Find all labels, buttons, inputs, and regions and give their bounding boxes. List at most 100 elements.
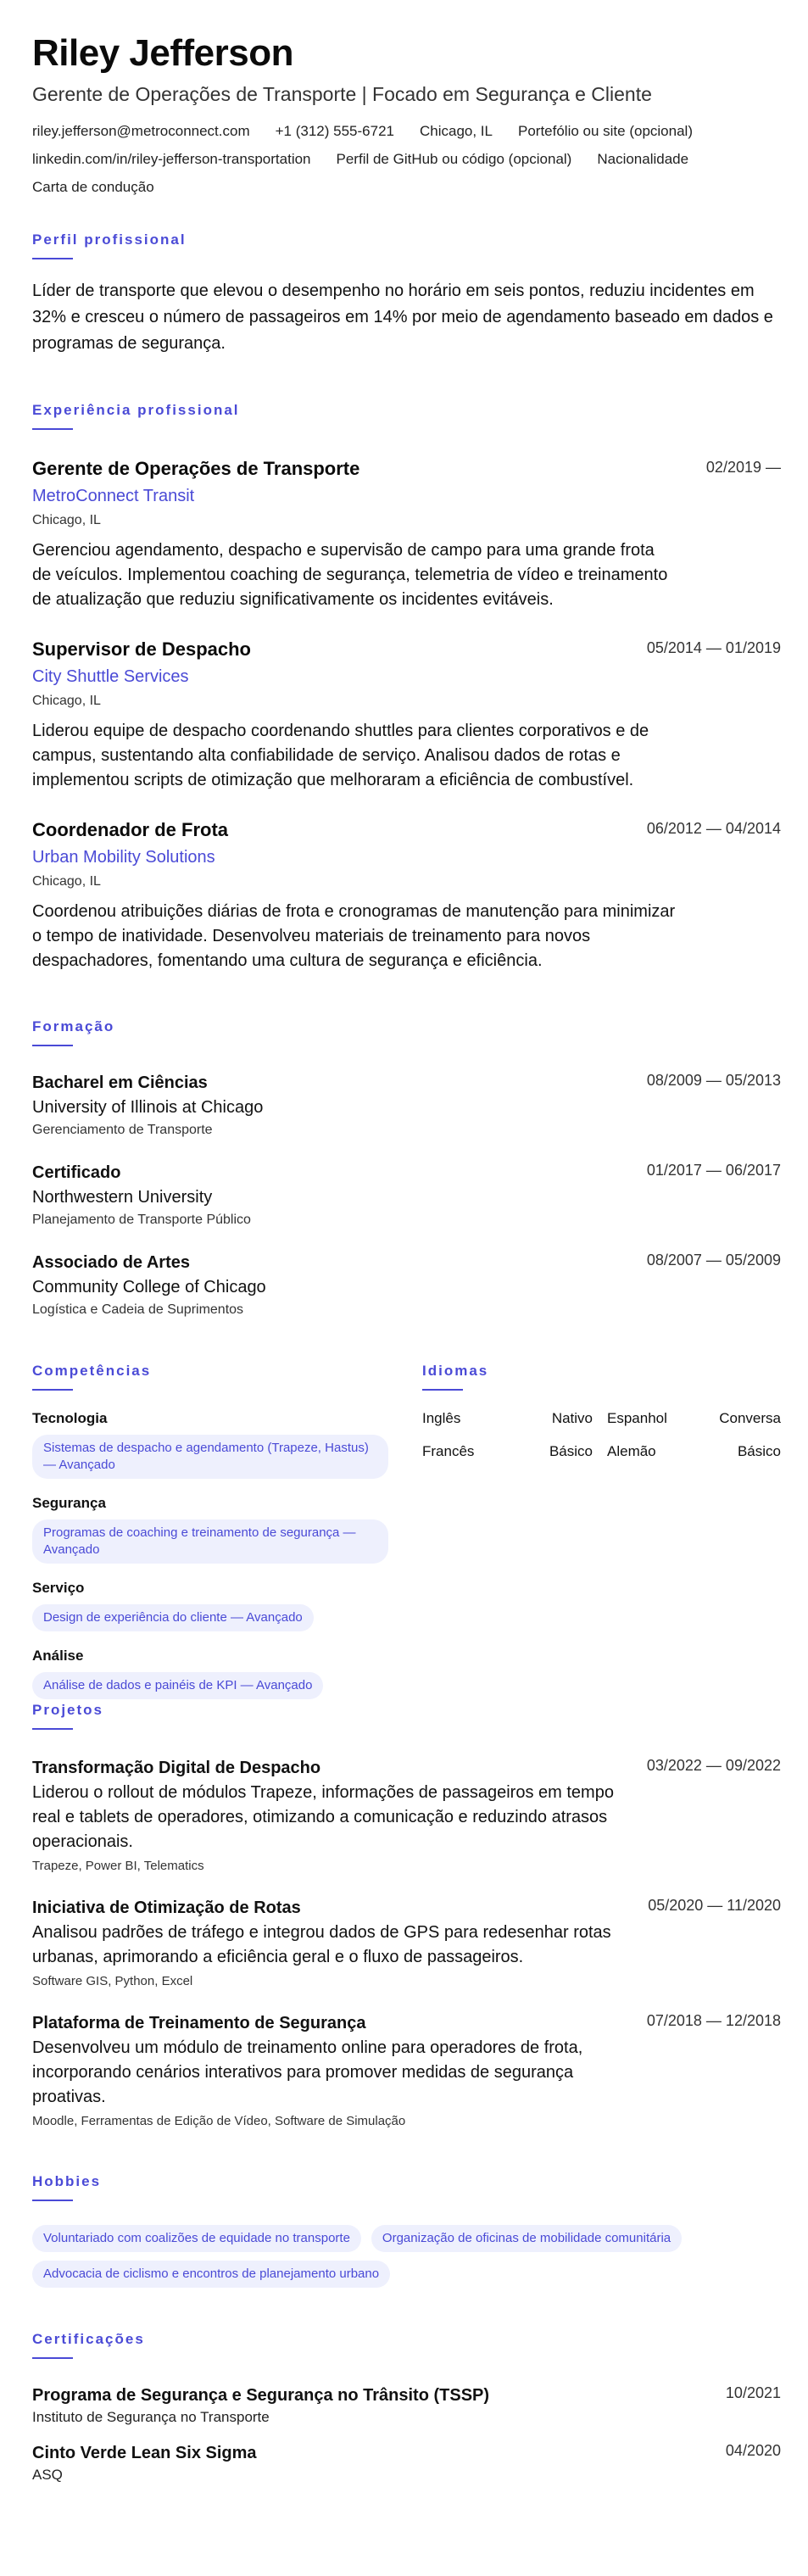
study-field: Logística e Cadeia de Suprimentos [32, 1302, 244, 1317]
skill-group: Tecnologia Sistemas de despacho e agenda… [32, 1409, 405, 1479]
skill-chip: Design de experiência do cliente — Avanç… [32, 1604, 314, 1631]
contact-driving-license: Carta de condução [32, 179, 154, 195]
experience-section: Experiência profissional Gerente de Oper… [32, 401, 781, 973]
section-underline [32, 1728, 73, 1730]
hobby-list: Voluntariado com coalizões de equidade n… [32, 2225, 761, 2288]
contact-list: riley.jefferson@metroconnect.com +1 (312… [32, 122, 778, 197]
section-underline [32, 2357, 73, 2359]
job-date: 06/2012 — 04/2014 [646, 820, 781, 837]
certification-date: 10/2021 [725, 2384, 781, 2401]
section-title-certifications: Certificações [32, 2331, 145, 2347]
candidate-name: Riley Jefferson [32, 32, 293, 74]
profile-summary: Líder de transporte que elevou o desempe… [32, 282, 773, 353]
job-description: Coordenou atribuições diárias de frota e… [32, 902, 676, 970]
section-underline [422, 1389, 463, 1391]
skill-group-name: Tecnologia [32, 1410, 108, 1426]
section-title-hobbies: Hobbies [32, 2173, 102, 2189]
project-date: 07/2018 — 12/2018 [646, 2012, 781, 2029]
skill-group: Análise Análise de dados e painéis de KP… [32, 1647, 405, 1699]
project-date: 05/2020 — 11/2020 [648, 1897, 781, 1914]
project-description: Liderou o rollout de módulos Trapeze, in… [32, 1783, 614, 1851]
hobby-chip: Advocacia de ciclismo e encontros de pla… [32, 2261, 391, 2288]
section-title-education: Formação [32, 1018, 115, 1034]
hobby-chip: Organização de oficinas de mobilidade co… [371, 2225, 683, 2252]
languages-section: Idiomas Inglês Nativo Espanhol Conversa … [422, 1362, 781, 1461]
skills-section: Competências Tecnologia Sistemas de desp… [32, 1362, 405, 1699]
experience-entry: Coordenador de Frota 06/2012 — 04/2014 U… [32, 818, 781, 973]
job-date: 05/2014 — 01/2019 [646, 639, 781, 656]
certification-date: 04/2020 [725, 2442, 781, 2459]
project-date: 03/2022 — 09/2022 [646, 1757, 781, 1774]
skill-group-name: Segurança [32, 1495, 106, 1511]
skill-group: Segurança Programas de coaching e treina… [32, 1494, 405, 1564]
education-entry: Certificado 01/2017 — 06/2017 Northweste… [32, 1162, 781, 1229]
language-name: Alemão [607, 1443, 656, 1459]
language-row: Francês Básico Alemão Básico [422, 1442, 781, 1461]
school-name: University of Illinois at Chicago [32, 1098, 264, 1117]
contact-location: Chicago, IL [419, 123, 493, 139]
certification-name: Cinto Verde Lean Six Sigma [32, 2444, 257, 2462]
project-entry: Plataforma de Treinamento de Segurança 0… [32, 2012, 781, 2130]
section-title-projects: Projetos [32, 1702, 104, 1718]
contact-portfolio[interactable]: Portefólio ou site (opcional) [518, 122, 693, 141]
contact-github[interactable]: Perfil de GitHub ou código (opcional) [337, 150, 572, 169]
study-field: Gerenciamento de Transporte [32, 1123, 213, 1137]
profile-section: Perfil profissional Líder de transporte … [32, 231, 781, 357]
company-name: City Shuttle Services [32, 667, 189, 686]
section-underline [32, 2200, 73, 2201]
skill-group-name: Análise [32, 1648, 84, 1664]
job-location: Chicago, IL [32, 694, 101, 708]
language-level: Básico [549, 1443, 593, 1459]
experience-entry: Gerente de Operações de Transporte 02/20… [32, 457, 781, 612]
skill-chip: Programas de coaching e treinamento de s… [32, 1519, 388, 1564]
certification-entry: Cinto Verde Lean Six Sigma 04/2020 ASQ [32, 2442, 781, 2484]
contact-phone[interactable]: +1 (312) 555-6721 [276, 122, 394, 141]
education-date: 08/2007 — 05/2009 [646, 1252, 781, 1268]
projects-section: Projetos Transformação Digital de Despac… [32, 1701, 781, 2130]
project-entry: Transformação Digital de Despacho 03/202… [32, 1757, 781, 1875]
skill-chip: Análise de dados e painéis de KPI — Avan… [32, 1672, 324, 1699]
language-level: Básico [737, 1443, 781, 1459]
section-title-skills: Competências [32, 1363, 152, 1379]
certification-entry: Programa de Segurança e Segurança no Trâ… [32, 2384, 781, 2427]
section-title-languages: Idiomas [422, 1363, 489, 1379]
company-name: Urban Mobility Solutions [32, 848, 215, 867]
contact-linkedin[interactable]: linkedin.com/in/riley-jefferson-transpor… [32, 150, 311, 169]
project-tech: Software GIS, Python, Excel [32, 1974, 193, 1988]
certification-name: Programa de Segurança e Segurança no Trâ… [32, 2386, 490, 2405]
section-underline [32, 428, 73, 430]
job-date: 02/2019 — [705, 459, 781, 476]
education-entry: Bacharel em Ciências 08/2009 — 05/2013 U… [32, 1072, 781, 1140]
skill-group-name: Serviço [32, 1580, 85, 1596]
language-level: Nativo [551, 1410, 593, 1426]
education-date: 01/2017 — 06/2017 [646, 1162, 781, 1179]
project-tech: Moodle, Ferramentas de Edição de Vídeo, … [32, 2114, 406, 2128]
project-description: Desenvolveu um módulo de treinamento onl… [32, 2038, 583, 2106]
school-name: Northwestern University [32, 1188, 213, 1207]
resume-header: Riley Jefferson Gerente de Operações de … [32, 31, 781, 197]
section-title-profile: Perfil profissional [32, 231, 187, 248]
contact-email[interactable]: riley.jefferson@metroconnect.com [32, 122, 250, 141]
skill-chip: Sistemas de despacho e agendamento (Trap… [32, 1435, 388, 1479]
hobby-chip: Voluntariado com coalizões de equidade n… [32, 2225, 361, 2252]
project-tech: Trapeze, Power BI, Telematics [32, 1859, 204, 1873]
job-description: Liderou equipe de despacho coordenando s… [32, 722, 649, 789]
job-location: Chicago, IL [32, 513, 101, 527]
school-name: Community College of Chicago [32, 1278, 266, 1296]
education-date: 08/2009 — 05/2013 [646, 1072, 781, 1089]
candidate-headline: Gerente de Operações de Transporte | Foc… [32, 83, 652, 105]
language-level: Conversa [719, 1410, 781, 1426]
education-section: Formação Bacharel em Ciências 08/2009 — … [32, 1018, 781, 1319]
study-field: Planejamento de Transporte Público [32, 1213, 251, 1227]
section-underline [32, 1389, 73, 1391]
certifications-section: Certificações Programa de Segurança e Se… [32, 2330, 781, 2484]
project-description: Analisou padrões de tráfego e integrou d… [32, 1923, 611, 1966]
certification-issuer: ASQ [32, 2467, 63, 2483]
language-name: Inglês [422, 1410, 461, 1426]
project-entry: Iniciativa de Otimização de Rotas 05/202… [32, 1897, 781, 1990]
section-title-experience: Experiência profissional [32, 402, 240, 418]
language-row: Inglês Nativo Espanhol Conversa [422, 1409, 781, 1428]
hobbies-section: Hobbies Voluntariado com coalizões de eq… [32, 2172, 781, 2288]
contact-nationality: Nacionalidade [597, 151, 689, 167]
experience-entry: Supervisor de Despacho 05/2014 — 01/2019… [32, 638, 781, 793]
